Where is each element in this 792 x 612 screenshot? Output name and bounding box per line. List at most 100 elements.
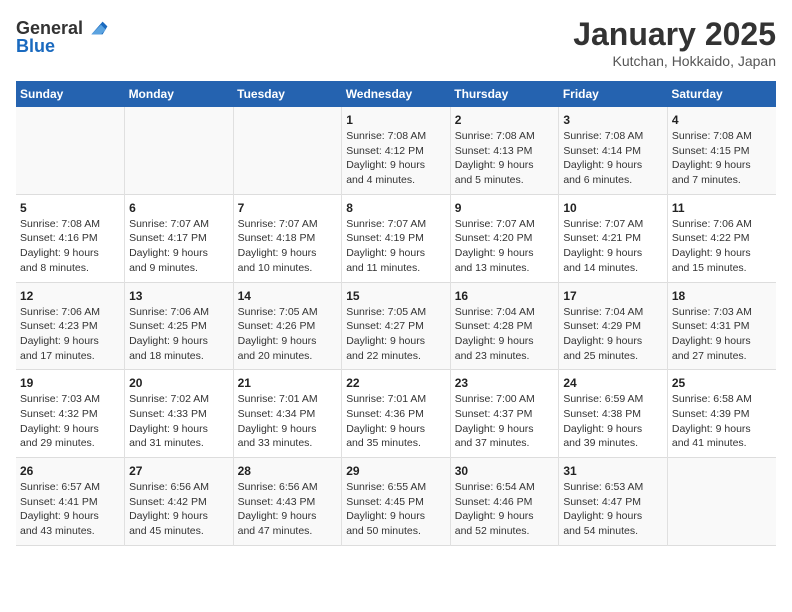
calendar-cell: 6 Sunrise: 7:07 AM Sunset: 4:17 PM Daylig… — [125, 194, 234, 282]
day-number: 3 — [563, 113, 663, 127]
day-number: 2 — [455, 113, 555, 127]
day-number: 31 — [563, 464, 663, 478]
day-detail: Sunrise: 7:04 AM Sunset: 4:29 PM Dayligh… — [563, 305, 663, 364]
calendar-cell: 14 Sunrise: 7:05 AM Sunset: 4:26 PM Dayli… — [233, 282, 342, 370]
weekday-header-sunday: Sunday — [16, 81, 125, 107]
weekday-header-monday: Monday — [125, 81, 234, 107]
day-detail: Sunrise: 6:57 AM Sunset: 4:41 PM Dayligh… — [20, 480, 120, 539]
day-number: 5 — [20, 201, 120, 215]
calendar-cell: 13 Sunrise: 7:06 AM Sunset: 4:25 PM Dayli… — [125, 282, 234, 370]
calendar-week-row: 5 Sunrise: 7:08 AM Sunset: 4:16 PM Daylig… — [16, 194, 776, 282]
day-detail: Sunrise: 7:08 AM Sunset: 4:13 PM Dayligh… — [455, 129, 555, 188]
day-number: 8 — [346, 201, 446, 215]
day-detail: Sunrise: 7:06 AM Sunset: 4:22 PM Dayligh… — [672, 217, 772, 276]
calendar-cell: 17 Sunrise: 7:04 AM Sunset: 4:29 PM Dayli… — [559, 282, 668, 370]
calendar-cell: 24 Sunrise: 6:59 AM Sunset: 4:38 PM Dayli… — [559, 370, 668, 458]
calendar-cell: 19Sunrise: 7:03 AM Sunset: 4:32 PM Dayli… — [16, 370, 125, 458]
day-number: 7 — [238, 201, 338, 215]
day-detail: Sunrise: 7:07 AM Sunset: 4:17 PM Dayligh… — [129, 217, 229, 276]
day-detail: Sunrise: 7:07 AM Sunset: 4:19 PM Dayligh… — [346, 217, 446, 276]
day-detail: Sunrise: 7:03 AM Sunset: 4:31 PM Dayligh… — [672, 305, 772, 364]
day-number: 12 — [20, 289, 120, 303]
day-number: 1 — [346, 113, 446, 127]
day-detail: Sunrise: 7:08 AM Sunset: 4:12 PM Dayligh… — [346, 129, 446, 188]
day-number: 17 — [563, 289, 663, 303]
calendar-cell: 3 Sunrise: 7:08 AM Sunset: 4:14 PM Daylig… — [559, 107, 668, 194]
title-area: January 2025 Kutchan, Hokkaido, Japan — [573, 16, 776, 69]
calendar-cell — [125, 107, 234, 194]
day-detail: Sunrise: 7:06 AM Sunset: 4:25 PM Dayligh… — [129, 305, 229, 364]
calendar-cell: 25 Sunrise: 6:58 AM Sunset: 4:39 PM Dayli… — [667, 370, 776, 458]
weekday-header-saturday: Saturday — [667, 81, 776, 107]
day-number: 4 — [672, 113, 772, 127]
calendar-cell: 9 Sunrise: 7:07 AM Sunset: 4:20 PM Daylig… — [450, 194, 559, 282]
day-detail: Sunrise: 6:54 AM Sunset: 4:46 PM Dayligh… — [455, 480, 555, 539]
calendar-cell: 10 Sunrise: 7:07 AM Sunset: 4:21 PM Dayli… — [559, 194, 668, 282]
day-number: 6 — [129, 201, 229, 215]
weekday-header-wednesday: Wednesday — [342, 81, 451, 107]
day-number: 28 — [238, 464, 338, 478]
day-number: 24 — [563, 376, 663, 390]
day-number: 11 — [672, 201, 772, 215]
day-detail: Sunrise: 6:59 AM Sunset: 4:38 PM Dayligh… — [563, 392, 663, 451]
day-number: 25 — [672, 376, 772, 390]
day-number: 18 — [672, 289, 772, 303]
day-detail: Sunrise: 7:02 AM Sunset: 4:33 PM Dayligh… — [129, 392, 229, 451]
day-detail: Sunrise: 7:08 AM Sunset: 4:14 PM Dayligh… — [563, 129, 663, 188]
calendar-cell: 15Sunrise: 7:05 AM Sunset: 4:27 PM Dayli… — [342, 282, 451, 370]
day-detail: Sunrise: 6:53 AM Sunset: 4:47 PM Dayligh… — [563, 480, 663, 539]
calendar-cell: 8 Sunrise: 7:07 AM Sunset: 4:19 PM Daylig… — [342, 194, 451, 282]
day-detail: Sunrise: 7:06 AM Sunset: 4:23 PM Dayligh… — [20, 305, 120, 364]
day-number: 14 — [238, 289, 338, 303]
day-detail: Sunrise: 7:00 AM Sunset: 4:37 PM Dayligh… — [455, 392, 555, 451]
day-number: 19 — [20, 376, 120, 390]
weekday-header-thursday: Thursday — [450, 81, 559, 107]
logo-blue-text: Blue — [16, 36, 55, 57]
day-detail: Sunrise: 7:04 AM Sunset: 4:28 PM Dayligh… — [455, 305, 555, 364]
calendar-week-row: 26 Sunrise: 6:57 AM Sunset: 4:41 PM Dayli… — [16, 458, 776, 546]
weekday-header-tuesday: Tuesday — [233, 81, 342, 107]
day-detail: Sunrise: 7:01 AM Sunset: 4:36 PM Dayligh… — [346, 392, 446, 451]
logo-icon — [85, 16, 109, 40]
day-number: 27 — [129, 464, 229, 478]
calendar-cell: 11 Sunrise: 7:06 AM Sunset: 4:22 PM Dayli… — [667, 194, 776, 282]
calendar-week-row: 19Sunrise: 7:03 AM Sunset: 4:32 PM Dayli… — [16, 370, 776, 458]
day-number: 21 — [238, 376, 338, 390]
calendar-table: SundayMondayTuesdayWednesdayThursdayFrid… — [16, 81, 776, 546]
day-detail: Sunrise: 6:58 AM Sunset: 4:39 PM Dayligh… — [672, 392, 772, 451]
calendar-cell: 31 Sunrise: 6:53 AM Sunset: 4:47 PM Dayli… — [559, 458, 668, 546]
day-detail: Sunrise: 7:07 AM Sunset: 4:20 PM Dayligh… — [455, 217, 555, 276]
calendar-week-row: 1 Sunrise: 7:08 AM Sunset: 4:12 PM Daylig… — [16, 107, 776, 194]
month-year-title: January 2025 — [573, 16, 776, 53]
day-number: 26 — [20, 464, 120, 478]
day-number: 30 — [455, 464, 555, 478]
calendar-cell: 7Sunrise: 7:07 AM Sunset: 4:18 PM Daylig… — [233, 194, 342, 282]
weekday-header-friday: Friday — [559, 81, 668, 107]
day-number: 23 — [455, 376, 555, 390]
day-detail: Sunrise: 7:08 AM Sunset: 4:16 PM Dayligh… — [20, 217, 120, 276]
day-detail: Sunrise: 7:05 AM Sunset: 4:26 PM Dayligh… — [238, 305, 338, 364]
calendar-cell: 30 Sunrise: 6:54 AM Sunset: 4:46 PM Dayli… — [450, 458, 559, 546]
day-number: 13 — [129, 289, 229, 303]
calendar-cell: 2 Sunrise: 7:08 AM Sunset: 4:13 PM Daylig… — [450, 107, 559, 194]
day-detail: Sunrise: 6:55 AM Sunset: 4:45 PM Dayligh… — [346, 480, 446, 539]
calendar-cell — [233, 107, 342, 194]
day-detail: Sunrise: 7:01 AM Sunset: 4:34 PM Dayligh… — [238, 392, 338, 451]
calendar-cell: 21 Sunrise: 7:01 AM Sunset: 4:34 PM Dayli… — [233, 370, 342, 458]
calendar-cell: 22Sunrise: 7:01 AM Sunset: 4:36 PM Dayli… — [342, 370, 451, 458]
logo: General Blue — [16, 16, 109, 57]
calendar-cell — [667, 458, 776, 546]
day-detail: Sunrise: 6:56 AM Sunset: 4:43 PM Dayligh… — [238, 480, 338, 539]
day-number: 10 — [563, 201, 663, 215]
calendar-week-row: 12 Sunrise: 7:06 AM Sunset: 4:23 PM Dayli… — [16, 282, 776, 370]
calendar-cell: 18 Sunrise: 7:03 AM Sunset: 4:31 PM Dayli… — [667, 282, 776, 370]
calendar-cell: 29Sunrise: 6:55 AM Sunset: 4:45 PM Dayli… — [342, 458, 451, 546]
calendar-cell: 26 Sunrise: 6:57 AM Sunset: 4:41 PM Dayli… — [16, 458, 125, 546]
calendar-cell: 27 Sunrise: 6:56 AM Sunset: 4:42 PM Dayli… — [125, 458, 234, 546]
day-detail: Sunrise: 7:08 AM Sunset: 4:15 PM Dayligh… — [672, 129, 772, 188]
day-detail: Sunrise: 7:07 AM Sunset: 4:21 PM Dayligh… — [563, 217, 663, 276]
calendar-cell: 5 Sunrise: 7:08 AM Sunset: 4:16 PM Daylig… — [16, 194, 125, 282]
day-number: 9 — [455, 201, 555, 215]
day-detail: Sunrise: 6:56 AM Sunset: 4:42 PM Dayligh… — [129, 480, 229, 539]
calendar-cell: 28 Sunrise: 6:56 AM Sunset: 4:43 PM Dayli… — [233, 458, 342, 546]
